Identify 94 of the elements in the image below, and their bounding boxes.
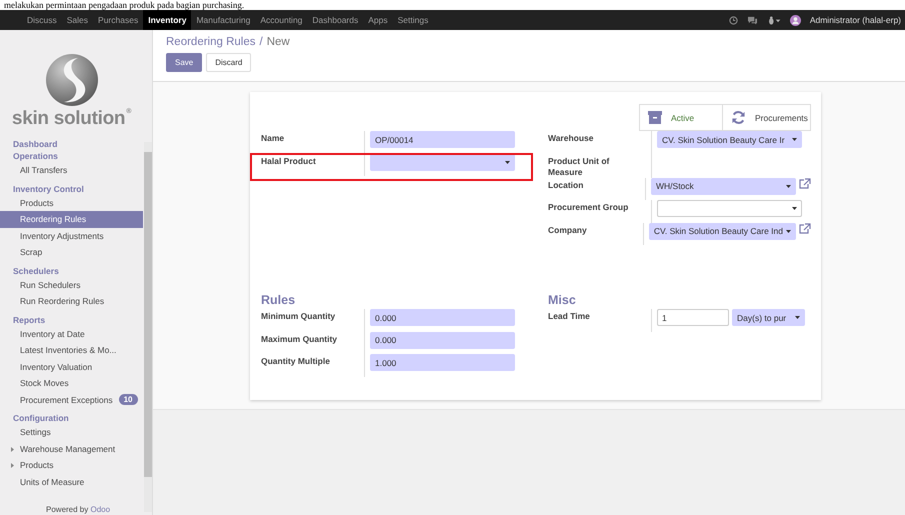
menu-item-label[interactable]: Settings: [20, 427, 51, 438]
menu-item[interactable]: Units of Measure: [0, 474, 143, 490]
menu-item[interactable]: Settings: [0, 424, 143, 440]
breadcrumb-link[interactable]: Reordering Rules: [166, 36, 256, 48]
count-badge: 10: [118, 394, 138, 406]
input-field[interactable]: 0.000: [370, 332, 515, 348]
field-label: Warehouse: [548, 131, 652, 154]
caret-icon: [792, 207, 797, 210]
menu-item-label[interactable]: Units of Measure: [20, 476, 84, 487]
menu-item-label[interactable]: Inventory at Date: [20, 328, 85, 339]
field-label: Name: [261, 131, 365, 154]
menu-item[interactable]: Settings: [392, 10, 434, 30]
field-label: Maximum Quantity: [261, 332, 365, 354]
menu-item[interactable]: Discuss: [22, 10, 62, 30]
menu-item[interactable]: Run Reordering Rules: [0, 293, 143, 310]
menu-item-label[interactable]: Reordering Rules: [20, 214, 86, 224]
caret-icon: [792, 138, 797, 141]
breadcrumb-separator: /: [260, 36, 263, 48]
menu-item[interactable]: Latest Inventories & Mo...: [0, 342, 143, 358]
menu-item[interactable]: Inventory at Date: [0, 326, 143, 342]
menu-item-label[interactable]: Inventory Adjustments: [20, 230, 104, 241]
section-title: Rules: [261, 292, 296, 309]
field-label: Minimum Quantity: [261, 309, 365, 332]
menu-item-label[interactable]: Products: [20, 198, 54, 208]
menu-item[interactable]: Sales: [62, 10, 94, 30]
select-field[interactable]: CV. Skin Solution Beauty Care Ir: [657, 131, 802, 148]
menu-item-label[interactable]: Procurement Exceptions: [20, 394, 113, 405]
menu-item-label[interactable]: Latest Inventories & Mo...: [20, 345, 116, 356]
caret-icon[interactable]: [11, 446, 15, 452]
field-label: Company: [548, 222, 644, 245]
caret-icon: [786, 230, 791, 232]
field-label: Halal Product: [261, 154, 365, 176]
menu-item-label[interactable]: Scrap: [20, 247, 42, 258]
section-title: Misc: [548, 292, 577, 309]
input-field[interactable]: OP/00014: [370, 131, 515, 148]
input-field[interactable]: 0.000: [370, 309, 515, 326]
menu-item[interactable]: Run Schedulers: [0, 276, 143, 293]
clock-icon[interactable]: [728, 16, 738, 24]
discard-button[interactable]: Discard: [206, 53, 252, 72]
field-label: Procurement Group: [548, 200, 652, 222]
caret-icon: [505, 160, 510, 164]
caret-icon: [786, 184, 791, 188]
menu-item[interactable]: Products: [0, 194, 143, 211]
menu-item[interactable]: Warehouse Management: [0, 440, 143, 457]
menu-item-label[interactable]: Stock Moves: [20, 378, 69, 388]
field-label: Location: [548, 178, 646, 200]
menu-item-label[interactable]: Run Schedulers: [20, 280, 80, 290]
menu-item[interactable]: Accounting: [255, 10, 308, 30]
menu-item[interactable]: Manufacturing: [191, 10, 256, 30]
select-field[interactable]: WH/Stock: [651, 178, 796, 194]
select-field[interactable]: CV. Skin Solution Beauty Care Ind: [648, 222, 796, 240]
chat-icon[interactable]: [746, 16, 758, 24]
active-toggle-button[interactable]: Active: [639, 104, 723, 131]
menu-item[interactable]: Scrap: [0, 244, 143, 260]
menu-item[interactable]: Inventory: [143, 10, 192, 30]
refresh-icon: [731, 110, 746, 125]
menu-item-label[interactable]: Run Reordering Rules: [20, 296, 104, 306]
menu-item[interactable]: Procurement Exceptions 10: [0, 392, 143, 408]
menu-item[interactable]: Dashboards: [307, 10, 364, 30]
menu-item[interactable]: Reordering Rules: [0, 211, 143, 228]
external-link-icon[interactable]: [799, 222, 811, 234]
select-field[interactable]: [657, 200, 802, 217]
menu-item[interactable]: All Transfers: [0, 162, 143, 178]
procurements-button[interactable]: Procurements: [723, 104, 811, 131]
menu-item[interactable]: Purchases: [93, 10, 144, 30]
external-link-icon[interactable]: [799, 178, 811, 188]
input-field[interactable]: 1: [657, 309, 729, 326]
archive-icon: [648, 111, 662, 124]
menu-item-label[interactable]: All Transfers: [20, 165, 68, 176]
menu-item-label[interactable]: Warehouse Management: [20, 444, 116, 454]
save-button[interactable]: Save: [166, 53, 202, 72]
menu-item-label[interactable]: Inventory Valuation: [20, 362, 92, 372]
logo-icon: [44, 52, 100, 108]
field-label: Product Unit of Measure: [548, 154, 652, 178]
caret-icon: [795, 316, 800, 319]
caret-icon[interactable]: [11, 463, 15, 468]
powered-by-text: Powered by Odoo: [46, 505, 110, 514]
menu-item[interactable]: Stock Moves: [0, 375, 143, 392]
menu-item[interactable]: Products: [0, 457, 143, 474]
menu-item[interactable]: Inventory Valuation: [0, 358, 143, 375]
caption-text: melakukan permintaan pengadaan produk pada bagian purchasing.: [3, 0, 244, 10]
select-field[interactable]: [370, 154, 515, 170]
scrollbar[interactable]: [144, 142, 152, 512]
user-name[interactable]: Administrator (halal-erp): [810, 15, 901, 25]
input-field[interactable]: 1.000: [370, 354, 515, 371]
field-label: Lead Time: [548, 309, 652, 332]
logo-text: skin solution: [12, 108, 126, 130]
unit-select[interactable]: Day(s) to pur: [732, 309, 806, 326]
menu-item[interactable]: Apps: [363, 10, 393, 30]
avatar-icon[interactable]: [790, 14, 801, 26]
breadcrumb-current: New: [266, 36, 290, 48]
menu-item-label[interactable]: Products: [20, 460, 54, 470]
menu-item[interactable]: Inventory Adjustments: [0, 228, 143, 244]
field-label: Quantity Multiple: [261, 354, 365, 376]
